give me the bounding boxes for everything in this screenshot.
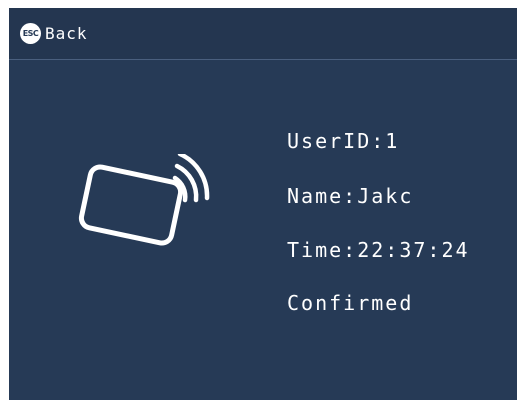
user-name-text: Name:Jakc	[287, 184, 414, 208]
top-bar: ESC Back	[9, 8, 517, 60]
card-tap-icon	[78, 154, 210, 246]
esc-icon: ESC	[20, 22, 41, 44]
status-text: Confirmed	[287, 291, 414, 315]
time-text: Time:22:37:24	[287, 238, 470, 262]
user-id-text: UserID:1	[287, 129, 400, 153]
back-button[interactable]: ESC Back	[20, 22, 88, 44]
back-label: Back	[45, 23, 88, 43]
verification-screen: ESC Back UserID:1 Name:Jakc Time:22:37:2…	[9, 8, 517, 400]
